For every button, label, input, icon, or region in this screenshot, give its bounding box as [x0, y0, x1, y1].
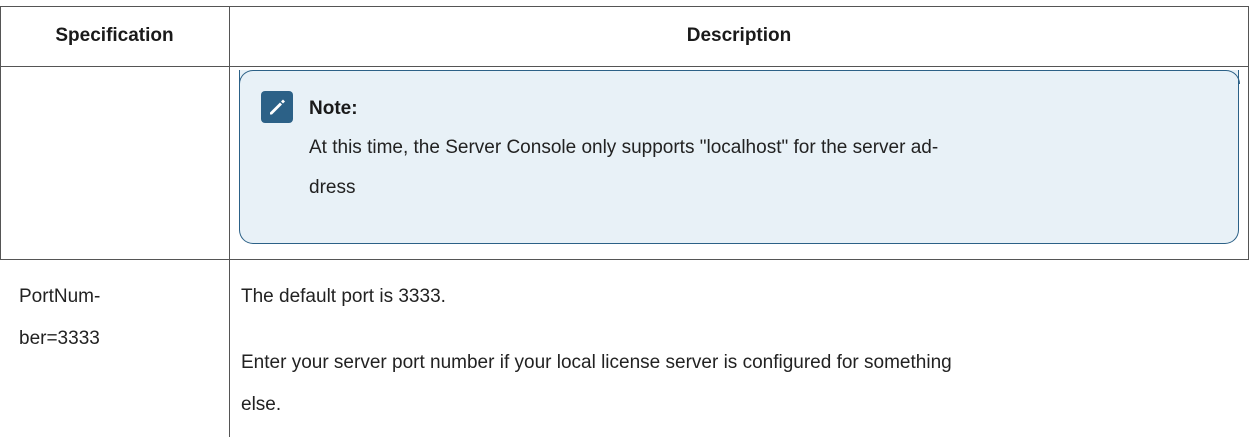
- note-callout: Note: At this time, the Server Console o…: [238, 70, 1240, 244]
- note-body: At this time, the Server Console only su…: [309, 128, 1209, 208]
- column-divider: [229, 6, 230, 437]
- description-line: else.: [241, 394, 282, 415]
- header-bottom-border: [0, 66, 1249, 67]
- port-instructions-text: Enter your server port number if your lo…: [241, 342, 1241, 426]
- row-divider: [0, 259, 1249, 260]
- header-description: Description: [686, 25, 792, 46]
- header-specification: Specification: [55, 25, 174, 46]
- note-body-line: dress: [309, 177, 356, 198]
- description-line: Enter your server port number if your lo…: [241, 352, 952, 373]
- pencil-note-icon: [261, 91, 293, 123]
- specification-table: Specification Description Note: At this …: [0, 0, 1249, 437]
- port-default-text: The default port is 3333.: [241, 286, 446, 307]
- spec-line: PortNum-: [19, 286, 101, 307]
- spec-line: ber=3333: [19, 328, 100, 349]
- port-number-spec: PortNum- ber=3333: [19, 276, 100, 360]
- note-body-line: At this time, the Server Console only su…: [309, 137, 939, 158]
- note-title: Note:: [309, 98, 358, 119]
